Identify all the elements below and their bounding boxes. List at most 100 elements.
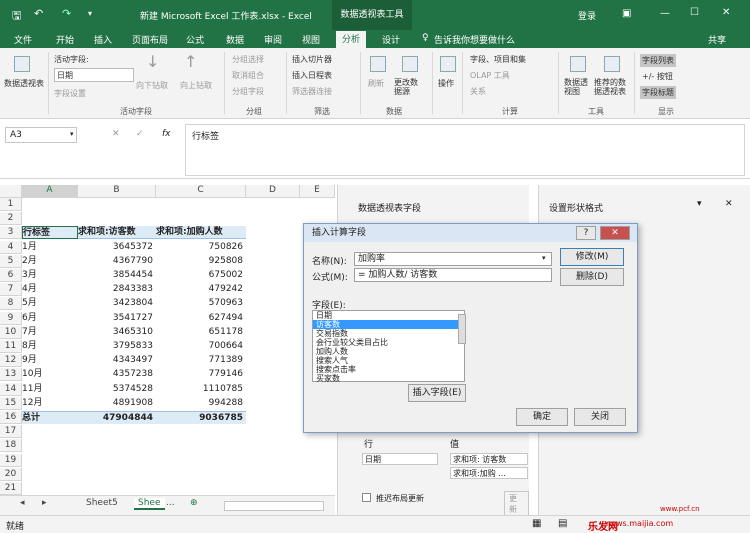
fields-scrollbar[interactable] [458, 314, 466, 344]
field-list-item[interactable]: 买家数 [313, 374, 464, 383]
values-area-item[interactable]: 求和项:加购 ... [450, 467, 528, 479]
tab-view[interactable]: 视图 [302, 33, 320, 46]
sheet-tab-active[interactable]: Shee [134, 498, 165, 510]
row-header[interactable]: 19 [0, 453, 22, 467]
cell-b[interactable]: 4357238 [78, 368, 156, 381]
tab-insert[interactable]: 插入 [94, 33, 112, 46]
tab-data[interactable]: 数据 [226, 33, 244, 46]
cell-a[interactable] [22, 454, 78, 467]
name-box[interactable]: A3 [5, 127, 77, 143]
cell-a[interactable]: 6月 [22, 312, 78, 325]
recommended-pivot-button[interactable]: 推荐的数据透视表 [594, 78, 630, 96]
login-link[interactable]: 登录 [578, 9, 596, 22]
cell-b[interactable] [78, 439, 156, 452]
maximize-button[interactable]: ☐ [690, 7, 699, 18]
cancel-button[interactable]: 关闭 [574, 408, 626, 426]
cell-a[interactable]: 5月 [22, 297, 78, 310]
row-header[interactable]: 13 [0, 368, 22, 382]
column-header-d[interactable]: D [246, 185, 300, 198]
cell-c[interactable]: 925808 [156, 255, 246, 268]
row-header[interactable]: 15 [0, 396, 22, 410]
cell-c[interactable] [156, 454, 246, 467]
normal-view-icon[interactable]: ▦ [532, 518, 541, 529]
cell-a[interactable] [22, 468, 78, 481]
row-header[interactable]: 18 [0, 439, 22, 453]
tab-page-layout[interactable]: 页面布局 [132, 33, 168, 46]
update-button[interactable]: 更新 [504, 491, 529, 517]
name-select[interactable]: 加购率 [354, 252, 552, 266]
next-sheet-icon[interactable]: ▸ [42, 498, 47, 508]
tab-file[interactable]: 文件 [14, 33, 32, 46]
cell-a[interactable]: 3月 [22, 269, 78, 282]
row-header[interactable]: 12 [0, 354, 22, 368]
insert-timeline-button[interactable]: 插入日程表 [292, 70, 332, 81]
sheet-tab-sheet5[interactable]: Sheet5 [86, 498, 118, 508]
row-header[interactable]: 14 [0, 382, 22, 396]
cell-b[interactable] [78, 468, 156, 481]
cell-c[interactable]: 651178 [156, 326, 246, 339]
cell-a[interactable]: 9月 [22, 354, 78, 367]
fields-items-button[interactable]: 字段、项目和集 [470, 54, 526, 65]
cell-c[interactable] [156, 482, 246, 495]
row-header[interactable]: 20 [0, 467, 22, 481]
cell-b[interactable]: 4891908 [78, 397, 156, 410]
more-sheets-button[interactable]: ... [166, 498, 175, 508]
column-header-a[interactable]: A [22, 185, 78, 198]
formula-input[interactable]: = 加购人数/ 访客数 [354, 268, 552, 282]
field-list-item[interactable]: 日期 [313, 311, 464, 320]
name-dropdown-icon[interactable]: ▾ [542, 254, 546, 262]
cell-a[interactable] [22, 198, 78, 211]
fields-listbox[interactable]: 日期 访客数 交易指数 会行业较父类目占比 加购人数 搜索人气 搜索点击率 买家数 [312, 310, 465, 383]
cell-b[interactable] [78, 212, 156, 225]
cell-b[interactable]: 3423804 [78, 297, 156, 310]
drill-up-button[interactable]: 向上钻取 [180, 80, 212, 91]
cell-b[interactable]: 3795833 [78, 340, 156, 353]
row-header[interactable]: 2 [0, 212, 22, 226]
tab-analyze[interactable]: 分析 [336, 31, 367, 48]
cell-a[interactable] [22, 439, 78, 452]
cell-a[interactable] [22, 212, 78, 225]
field-headers-toggle[interactable]: 字段标题 [640, 86, 676, 99]
help-button[interactable]: ? [576, 226, 596, 240]
actions-button[interactable]: 操作 [438, 78, 454, 89]
column-header-c[interactable]: C [156, 185, 246, 198]
cell-c[interactable]: 1110785 [156, 383, 246, 396]
column-header-b[interactable]: B [78, 185, 156, 198]
field-list-item[interactable]: 访客数 [313, 320, 464, 329]
ungroup-button[interactable]: 取消组合 [232, 70, 264, 81]
cell-c[interactable] [156, 212, 246, 225]
tell-me-search[interactable]: 告诉我你想要做什么 [434, 33, 515, 46]
cell-b[interactable]: 求和项:访客数 [78, 226, 156, 240]
cell-c[interactable] [156, 425, 246, 438]
row-header[interactable]: 4 [0, 240, 22, 254]
prev-sheet-icon[interactable]: ◂ [20, 498, 25, 508]
cell-b[interactable]: 5374528 [78, 383, 156, 396]
row-header[interactable]: 3 [0, 226, 22, 240]
select-all-corner[interactable] [0, 185, 22, 198]
cell-b[interactable]: 3541727 [78, 312, 156, 325]
undo-icon[interactable]: ↶ [34, 7, 43, 20]
drill-down-button[interactable]: 向下钻取 [136, 80, 168, 91]
close-button[interactable]: ✕ [722, 7, 730, 18]
close-panel-icon[interactable]: ✕ [725, 199, 733, 209]
modify-button[interactable]: 修改(M) [560, 248, 624, 266]
cell-c[interactable]: 994288 [156, 397, 246, 410]
cell-c[interactable]: 627494 [156, 312, 246, 325]
field-list-item[interactable]: 搜索人气 [313, 356, 464, 365]
cell-a[interactable]: 4月 [22, 283, 78, 296]
row-header[interactable]: 6 [0, 269, 22, 282]
cell-b[interactable]: 4367790 [78, 255, 156, 268]
cell-c[interactable]: 570963 [156, 297, 246, 310]
cell-c[interactable]: 700664 [156, 340, 246, 353]
cell-b[interactable]: 3465310 [78, 326, 156, 339]
rows-area-item[interactable]: 日期 [362, 453, 438, 465]
field-list-item[interactable]: 加购人数 [313, 347, 464, 356]
tab-review[interactable]: 审阅 [264, 33, 282, 46]
cell-b[interactable] [78, 425, 156, 438]
cell-a[interactable] [22, 482, 78, 495]
delete-button[interactable]: 删除(D) [560, 268, 624, 286]
formula-input[interactable]: 行标签 [185, 124, 745, 176]
refresh-button[interactable]: 刷新 [368, 78, 384, 89]
cell-a[interactable]: 1月 [22, 241, 78, 254]
insert-field-button[interactable]: 插入字段(E) [408, 384, 466, 402]
